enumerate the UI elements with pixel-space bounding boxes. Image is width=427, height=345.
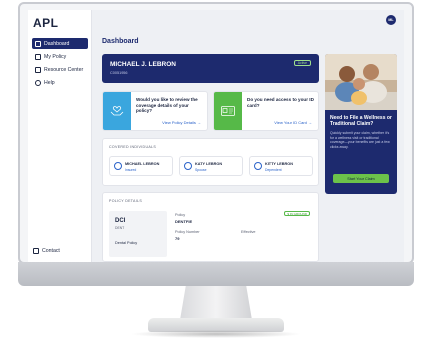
member-id: C0051956 bbox=[110, 71, 128, 75]
covered-person[interactable]: KITTY LEBRON Dependent bbox=[249, 156, 313, 176]
contact-icon bbox=[33, 248, 39, 254]
covered-person[interactable]: MICHAEL LEBRON Insured bbox=[109, 156, 173, 176]
monitor-neck bbox=[180, 286, 252, 320]
sidebar-nav: Dashboard My Policy Resource Center Help bbox=[32, 38, 88, 90]
person-relation: Dependent bbox=[265, 168, 282, 172]
help-icon bbox=[35, 79, 41, 86]
screen: APL Dashboard My Policy Resource Center … bbox=[28, 10, 404, 262]
person-name: KATY LEBRON bbox=[195, 162, 223, 166]
family-photo bbox=[325, 54, 397, 110]
contact-link[interactable]: Contact bbox=[33, 248, 60, 254]
id-card-icon bbox=[214, 92, 242, 130]
policy-number-value: 79 bbox=[175, 236, 180, 241]
promo-body: Quickly submit your claim, whether it's … bbox=[330, 131, 390, 149]
view-policy-details-link[interactable]: View Policy Details → bbox=[162, 120, 201, 125]
effective-label: Effective bbox=[241, 230, 256, 234]
policy-sub: DENT bbox=[115, 226, 125, 230]
policy-icon bbox=[35, 53, 41, 60]
main-content: ML Dashboard MICHAEL J. LEBRON C0051956 … bbox=[92, 10, 404, 262]
sidebar-item-my-policy[interactable]: My Policy bbox=[32, 51, 88, 62]
policy-type: Dental Policy bbox=[115, 241, 138, 245]
section-title: POLICY DETAILS bbox=[109, 199, 143, 203]
person-icon bbox=[184, 162, 192, 170]
promo-title: Need to File a Wellness or Traditional C… bbox=[330, 115, 392, 128]
page-title: Dashboard bbox=[102, 38, 139, 45]
person-icon bbox=[114, 162, 122, 170]
sidebar-item-help[interactable]: Help bbox=[32, 77, 88, 88]
card-question: Would you like to review the coverage de… bbox=[136, 97, 198, 114]
apl-logo: APL bbox=[33, 16, 59, 30]
policy-details-card: Would you like to review the coverage de… bbox=[102, 91, 208, 131]
sidebar-item-label: Dashboard bbox=[44, 40, 70, 47]
policy-value: DENTFIE bbox=[175, 219, 193, 224]
policy-number-label: Policy Number bbox=[175, 230, 200, 234]
avatar[interactable]: ML bbox=[386, 15, 396, 25]
section-title: COVERED INDIVIDUALS bbox=[109, 145, 157, 149]
resource-icon bbox=[35, 66, 41, 73]
sidebar-item-label: Resource Center bbox=[44, 66, 84, 73]
status-badge: Active bbox=[293, 60, 311, 66]
sidebar-item-dashboard[interactable]: Dashboard bbox=[32, 38, 88, 49]
card-question: Do you need access to your ID card? bbox=[247, 97, 314, 108]
person-relation: Spouse bbox=[195, 168, 207, 172]
policy-details-section: POLICY DETAILS DCI DENT Dental Policy Po… bbox=[102, 192, 319, 262]
hands-heart-icon bbox=[103, 92, 131, 130]
sidebar-item-label: Help bbox=[44, 79, 55, 86]
policy-code: DCI bbox=[115, 218, 126, 224]
sidebar-item-resource-center[interactable]: Resource Center bbox=[32, 64, 88, 75]
policy-label: Policy bbox=[175, 213, 186, 217]
claim-promo-card: Need to File a Wellness or Traditional C… bbox=[325, 54, 397, 194]
dashboard-icon bbox=[35, 40, 41, 47]
member-name: MICHAEL J. LEBRON bbox=[110, 61, 176, 68]
covered-person[interactable]: KATY LEBRON Spouse bbox=[179, 156, 243, 176]
covered-individuals-section: COVERED INDIVIDUALS MICHAEL LEBRON Insur… bbox=[102, 138, 319, 186]
monitor-shadow bbox=[130, 330, 302, 338]
person-name: MICHAEL LEBRON bbox=[125, 162, 160, 166]
person-relation: Insured bbox=[125, 168, 137, 172]
person-name: KITTY LEBRON bbox=[265, 162, 293, 166]
id-card-card: Do you need access to your ID card? View… bbox=[213, 91, 319, 131]
contact-label: Contact bbox=[42, 248, 60, 254]
start-claim-button[interactable]: Start Your Claim bbox=[333, 174, 389, 183]
view-id-card-link[interactable]: View Your ID Card → bbox=[274, 120, 312, 125]
monitor-chin bbox=[18, 262, 414, 286]
person-icon bbox=[254, 162, 262, 170]
policy-summary[interactable]: DCI DENT Dental Policy bbox=[109, 211, 167, 257]
sidebar: APL Dashboard My Policy Resource Center … bbox=[28, 10, 92, 262]
policy-status-badge: $ IN GROUND bbox=[284, 211, 310, 216]
sidebar-item-label: My Policy bbox=[44, 53, 67, 60]
member-banner: MICHAEL J. LEBRON C0051956 Active bbox=[102, 54, 319, 83]
monitor-mockup: APL Dashboard My Policy Resource Center … bbox=[0, 0, 427, 345]
